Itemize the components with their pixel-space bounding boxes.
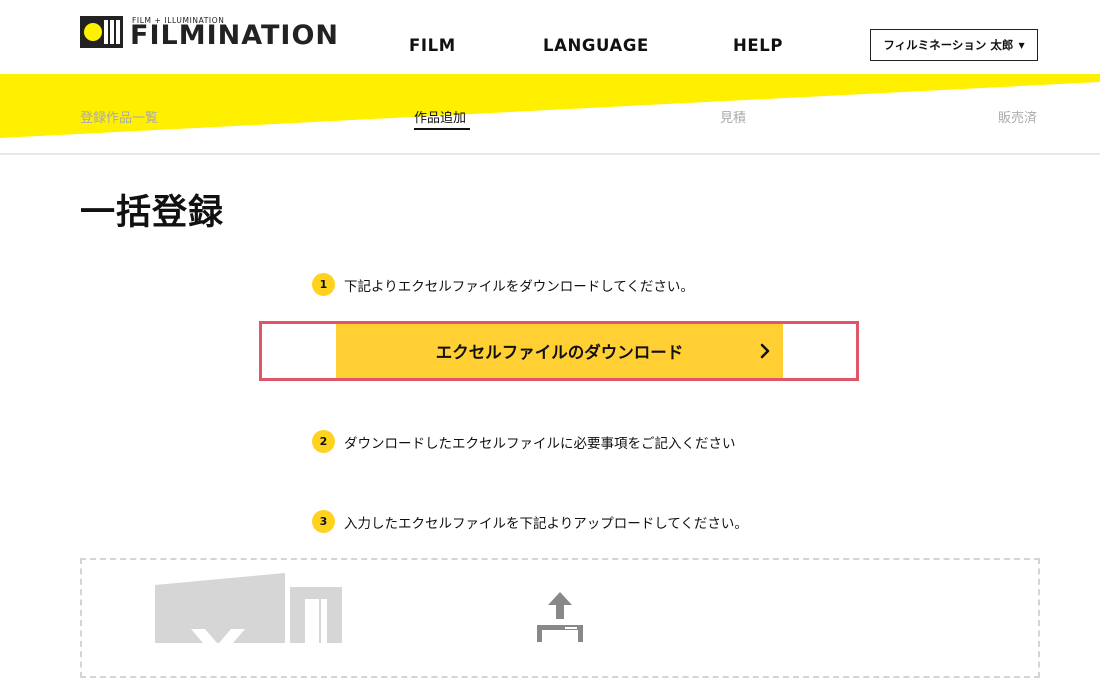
subnav-add-work[interactable]: 作品追加 xyxy=(414,107,466,126)
step-3: 3 入力したエクセルファイルを下記よりアップロードしてください。 xyxy=(312,510,748,533)
nav-language[interactable]: LANGUAGE xyxy=(543,36,649,55)
nav-help[interactable]: HELP xyxy=(733,36,783,55)
step-text: 下記よりエクセルファイルをダウンロードしてください。 xyxy=(344,278,694,295)
user-name: フィルミネーション 太郎 xyxy=(883,38,1014,52)
brand-name: FILMINATION xyxy=(130,20,340,51)
subnav-estimate[interactable]: 見積 xyxy=(720,107,746,126)
accent-band xyxy=(0,74,1100,138)
nav-film[interactable]: FILM xyxy=(409,36,456,55)
subnav-registered-list[interactable]: 登録作品一覧 xyxy=(80,107,158,126)
step-1: 1 下記よりエクセルファイルをダウンロードしてください。 xyxy=(312,273,694,296)
download-button-label: エクセルファイルのダウンロード xyxy=(435,343,684,362)
chevron-down-icon: ▼ xyxy=(1018,40,1025,50)
step-number-badge: 3 xyxy=(312,510,335,533)
step-text: ダウンロードしたエクセルファイルに必要事項をご記入ください xyxy=(344,435,736,452)
step-text: 入力したエクセルファイルを下記よりアップロードしてください。 xyxy=(344,515,748,532)
chevron-right-icon xyxy=(760,343,770,359)
logo-mark-icon xyxy=(80,16,123,48)
excel-download-button[interactable]: エクセルファイルのダウンロード xyxy=(336,324,783,378)
step-2: 2 ダウンロードしたエクセルファイルに必要事項をご記入ください xyxy=(312,430,736,453)
active-tab-indicator xyxy=(414,128,470,130)
user-menu-button[interactable]: フィルミネーション 太郎 ▼ xyxy=(870,29,1038,61)
step-number-badge: 1 xyxy=(312,273,335,296)
upload-icon xyxy=(537,592,583,642)
brand-logo[interactable]: FILM + ILLUMINATION FILMINATION xyxy=(80,16,338,50)
step-number-badge: 2 xyxy=(312,430,335,453)
subnav-sold[interactable]: 販売済 xyxy=(998,107,1037,126)
page-title: 一括登録 xyxy=(80,193,225,233)
header-divider xyxy=(0,153,1100,155)
